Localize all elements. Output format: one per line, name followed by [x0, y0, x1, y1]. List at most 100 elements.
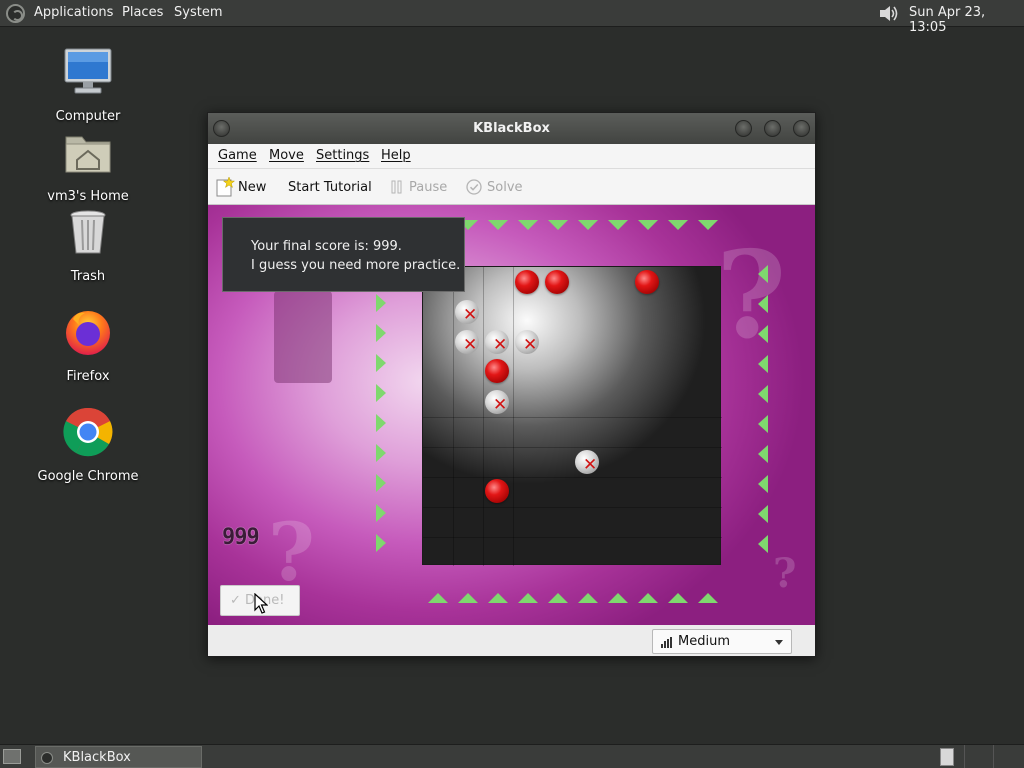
workspace-switcher-2[interactable] — [964, 745, 994, 768]
laser-entry-bottom[interactable] — [518, 593, 538, 603]
laser-entry-right[interactable] — [758, 355, 768, 373]
wrong-mark-icon: ✕ — [583, 455, 598, 475]
solve-button[interactable]: Solve — [487, 180, 523, 195]
laser-entry-bottom[interactable] — [698, 593, 718, 603]
desktop-icon-label: Firefox — [66, 369, 110, 384]
titlebar[interactable]: KBlackBox — [208, 113, 815, 144]
hidden-ball[interactable] — [515, 270, 539, 294]
clock[interactable]: Sun Apr 23, 13:05 — [909, 5, 1024, 35]
volume-icon[interactable] — [878, 4, 900, 23]
desktop-icon-firefox[interactable]: Firefox — [33, 307, 143, 384]
desktop-icon-home[interactable]: vm3's Home — [33, 127, 143, 204]
places-menu[interactable]: Places — [122, 5, 163, 20]
bottom-panel: KBlackBox — [0, 744, 1024, 768]
hidden-ball[interactable] — [635, 270, 659, 294]
laser-entry-right[interactable] — [758, 325, 768, 343]
wrong-guess-marker[interactable]: ✕ — [485, 390, 509, 414]
hidden-ball[interactable] — [485, 479, 509, 503]
laser-entry-right[interactable] — [758, 505, 768, 523]
laser-entry-top[interactable] — [488, 220, 508, 230]
laser-entry-left[interactable] — [376, 474, 386, 492]
grid-line — [423, 417, 722, 418]
desktop-icon-chrome[interactable]: Google Chrome — [33, 407, 143, 484]
wrong-guess-marker[interactable]: ✕ — [455, 330, 479, 354]
laser-entry-right[interactable] — [758, 415, 768, 433]
laser-entry-right[interactable] — [758, 295, 768, 313]
laser-entry-top[interactable] — [638, 220, 658, 230]
laser-entry-top[interactable] — [668, 220, 688, 230]
laser-entry-bottom[interactable] — [428, 593, 448, 603]
laser-entry-right[interactable] — [758, 385, 768, 403]
laser-entry-top[interactable] — [698, 220, 718, 230]
laser-entry-bottom[interactable] — [578, 593, 598, 603]
hidden-ball[interactable] — [545, 270, 569, 294]
wrong-guess-marker[interactable]: ✕ — [455, 300, 479, 324]
start-tutorial-button[interactable]: Start Tutorial — [288, 180, 372, 195]
laser-entry-top[interactable] — [578, 220, 598, 230]
close-button[interactable] — [793, 120, 810, 137]
laser-entry-right[interactable] — [758, 475, 768, 493]
laser-entry-bottom[interactable] — [668, 593, 688, 603]
maximize-button[interactable] — [764, 120, 781, 137]
minimize-button[interactable] — [735, 120, 752, 137]
laser-entry-left[interactable] — [376, 504, 386, 522]
hidden-ball[interactable] — [485, 359, 509, 383]
laser-entry-top[interactable] — [548, 220, 568, 230]
laser-entry-right[interactable] — [758, 445, 768, 463]
laser-entry-bottom[interactable] — [458, 593, 478, 603]
laser-entry-bottom[interactable] — [488, 593, 508, 603]
decor-question-mark: ? — [716, 225, 787, 366]
workspace-switcher-1[interactable] — [940, 748, 954, 766]
menubar: Game Move Settings Help — [208, 144, 815, 168]
laser-entry-right[interactable] — [758, 265, 768, 283]
kblackbox-window: KBlackBox Game Move Settings Help New St… — [207, 112, 816, 657]
laser-entry-left[interactable] — [376, 444, 386, 462]
show-desktop-icon[interactable] — [3, 749, 21, 764]
trash-icon — [70, 210, 106, 254]
laser-entry-left[interactable] — [376, 384, 386, 402]
taskbar-item-kblackbox[interactable]: KBlackBox — [35, 746, 202, 768]
laser-entry-top[interactable] — [518, 220, 538, 230]
difficulty-select[interactable]: Medium — [652, 629, 792, 654]
laser-entry-right[interactable] — [758, 535, 768, 553]
menu-help[interactable]: Help — [381, 148, 411, 163]
menu-game[interactable]: Game — [218, 148, 257, 163]
menu-move[interactable]: Move — [269, 148, 304, 163]
laser-entry-left[interactable] — [376, 324, 386, 342]
wrong-mark-icon: ✕ — [493, 335, 508, 355]
pause-icon — [391, 180, 402, 194]
laser-entry-bottom[interactable] — [608, 593, 628, 603]
blackbox-board[interactable]: ✕ ✕ ✕ ✕ ✕ ✕ — [422, 266, 722, 566]
new-game-button[interactable]: New — [238, 180, 266, 195]
wrong-guess-marker[interactable]: ✕ — [575, 450, 599, 474]
game-area[interactable]: ? ? ? ✕ ✕ ✕ ✕ ✕ ✕ Your final score is: 9… — [208, 205, 815, 625]
laser-entry-left[interactable] — [376, 294, 386, 312]
laser-entry-bottom[interactable] — [638, 593, 658, 603]
desktop-icon-trash[interactable]: Trash — [33, 207, 143, 284]
grid-line — [423, 507, 722, 508]
system-menu[interactable]: System — [174, 5, 222, 20]
decor-question-mark: ? — [773, 550, 797, 597]
wrong-guess-marker[interactable]: ✕ — [485, 330, 509, 354]
wrong-guess-marker[interactable]: ✕ — [515, 330, 539, 354]
pause-button[interactable]: Pause — [409, 180, 447, 195]
laser-entry-bottom[interactable] — [548, 593, 568, 603]
firefox-icon — [66, 311, 110, 355]
statusbar: Medium — [208, 625, 815, 656]
window-title: KBlackBox — [473, 121, 550, 136]
applications-menu[interactable]: Applications — [34, 5, 113, 20]
desktop-icon-label: Computer — [55, 109, 121, 124]
practice-message: I guess you need more practice. — [251, 258, 461, 273]
menu-settings[interactable]: Settings — [316, 148, 369, 163]
laser-entry-top[interactable] — [608, 220, 628, 230]
grid-line — [423, 447, 722, 448]
desktop-icon-computer[interactable]: Computer — [33, 47, 143, 124]
check-icon: ✓ — [230, 593, 246, 608]
difficulty-bars-icon — [661, 637, 673, 648]
laser-entry-left[interactable] — [376, 414, 386, 432]
laser-entry-left[interactable] — [376, 534, 386, 552]
laser-entry-left[interactable] — [376, 354, 386, 372]
toolbar: New Start Tutorial Pause Solve — [208, 168, 815, 205]
distro-logo-icon[interactable] — [6, 4, 25, 23]
chrome-icon — [63, 407, 113, 457]
